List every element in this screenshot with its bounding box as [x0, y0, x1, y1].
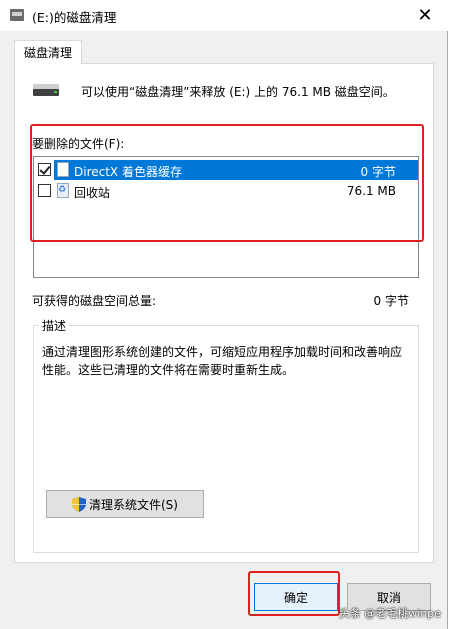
recycle-bin-checkbox[interactable]	[38, 184, 51, 197]
total-gain-label: 可获得的磁盘空间总量:	[32, 294, 157, 308]
list-item-size: 76.1 MB	[346, 184, 396, 198]
drive-icon	[10, 9, 24, 21]
ok-button[interactable]: 确定	[254, 583, 338, 611]
list-item-name: 回收站	[74, 186, 111, 200]
description-text: 通过清理图形系统创建的文件，可缩短应用程序加载时间和改善响应性能。这些已清理的文…	[42, 345, 403, 377]
window-title: (E:)的磁盘清理	[32, 10, 117, 25]
list-item-name: DirectX 着色器缓存	[74, 165, 182, 179]
cleanup-system-files-label: 清理系统文件(S)	[89, 497, 178, 512]
list-item-recycle-bin[interactable]: 回收站 76.1 MB	[34, 181, 418, 201]
list-item-size: 0 字节	[360, 165, 396, 179]
total-gain-value: 0 字节	[373, 294, 409, 308]
files-to-delete-label: 要删除的文件(F):	[32, 137, 125, 151]
disk-cleanup-dialog: (E:)的磁盘清理 ✕ 磁盘清理 可以使用“磁盘清理”来释放 (E:) 上的 7…	[0, 0, 448, 629]
cleanup-system-files-button[interactable]: 清理系统文件(S)	[46, 490, 204, 518]
recycle-bin-icon	[57, 183, 69, 198]
files-list[interactable]: DirectX 着色器缓存 0 字节 回收站 76.1 MB	[33, 156, 419, 278]
hard-drive-icon	[33, 84, 59, 96]
directx-cache-checkbox[interactable]	[38, 163, 51, 176]
close-button[interactable]: ✕	[402, 0, 448, 31]
uac-shield-icon	[72, 496, 86, 512]
list-item-directx-cache[interactable]: DirectX 着色器缓存 0 字节	[34, 160, 418, 180]
watermark-text: 头条 @老毛桃winpe	[338, 607, 441, 620]
file-icon	[57, 162, 69, 177]
description-legend: 描述	[39, 317, 70, 334]
space-summary-text: 可以使用“磁盘清理”来释放 (E:) 上的 76.1 MB 磁盘空间。	[81, 85, 395, 99]
tab-disk-cleanup[interactable]: 磁盘清理	[14, 40, 82, 64]
tab-panel: 可以使用“磁盘清理”来释放 (E:) 上的 76.1 MB 磁盘空间。 要删除的…	[14, 63, 434, 563]
title-bar: (E:)的磁盘清理 ✕	[0, 0, 448, 31]
